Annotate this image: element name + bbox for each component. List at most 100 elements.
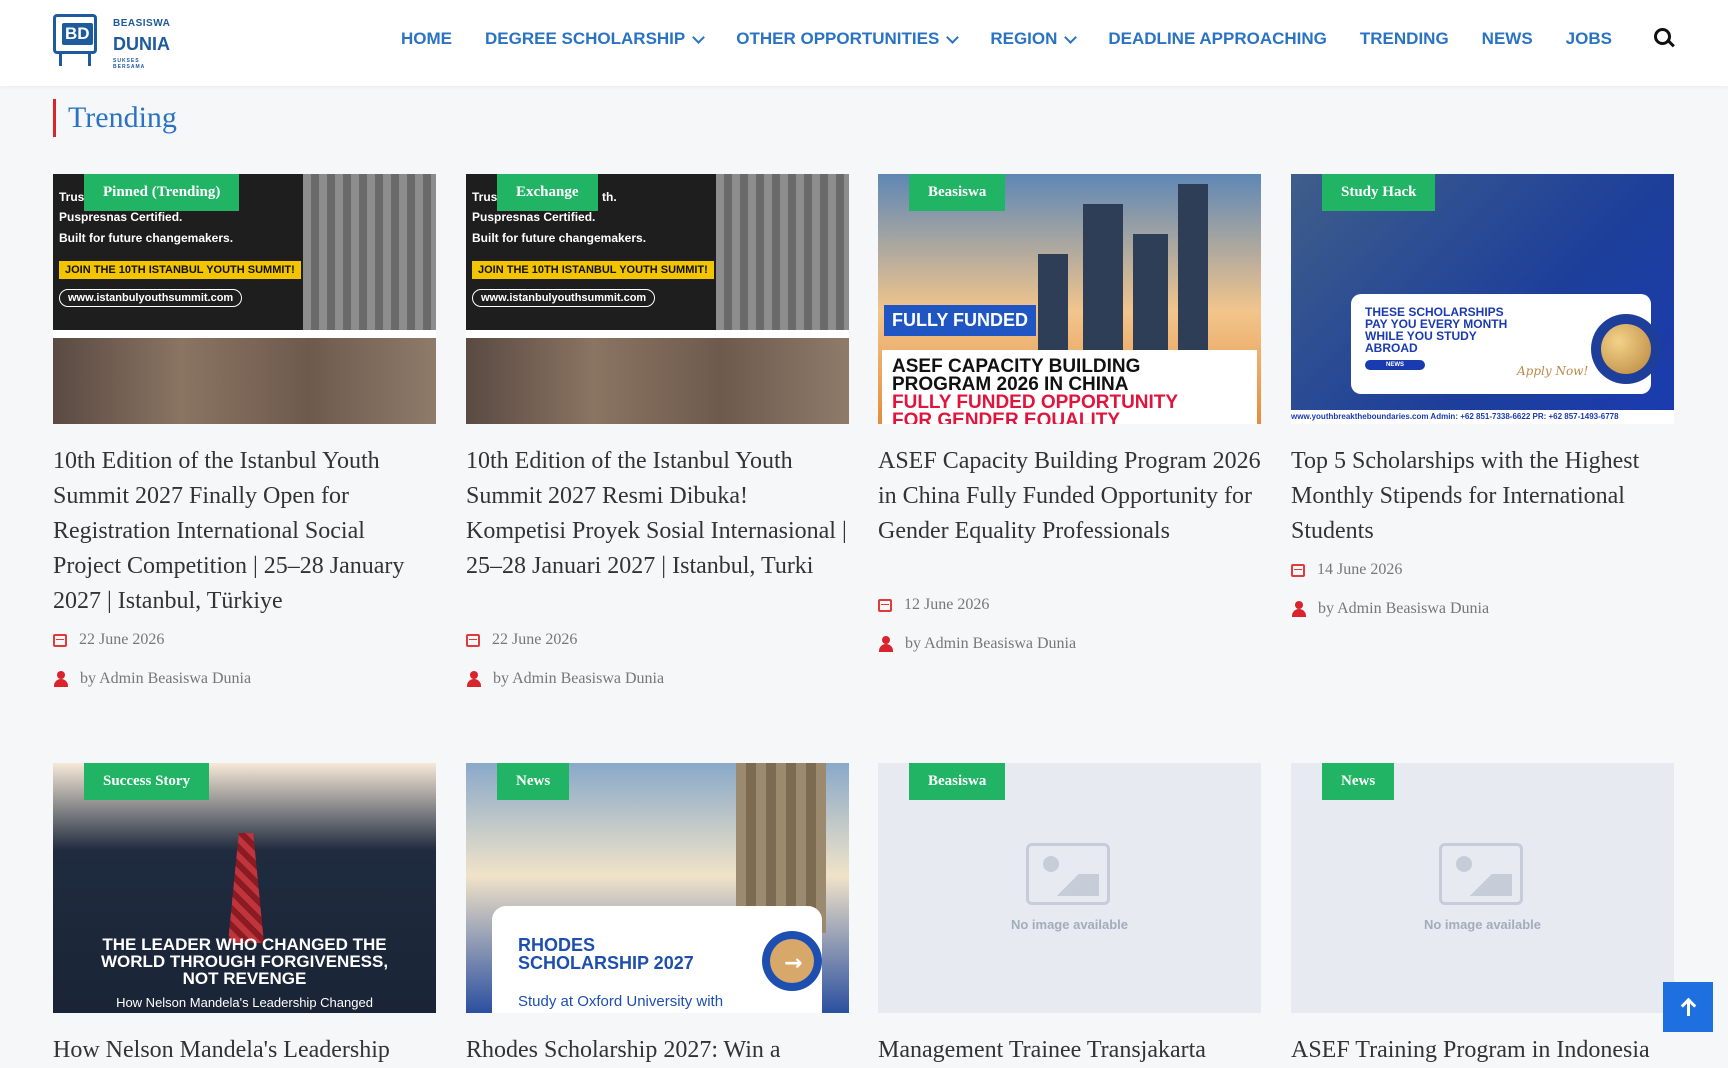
thumb-subtext: Study at Oxford University with xyxy=(518,993,724,1010)
thumb-divider xyxy=(53,330,436,338)
placeholder-mountain xyxy=(1450,874,1512,896)
calendar-icon xyxy=(1291,563,1305,577)
chevron-down-icon xyxy=(1064,30,1078,44)
article-author: by Admin Beasiswa Dunia xyxy=(53,670,251,688)
thumb-text: Puspresnas Certified. xyxy=(472,210,596,224)
category-badge[interactable]: Exchange xyxy=(497,174,598,211)
nav-jobs[interactable]: JOBS xyxy=(1566,29,1612,49)
article-title[interactable]: How Nelson Mandela's Leadership xyxy=(53,1033,436,1068)
article-date-text: 12 June 2026 xyxy=(904,596,990,613)
nav-trending[interactable]: TRENDING xyxy=(1360,29,1449,49)
thumb-script-text: Apply Now! xyxy=(1517,364,1589,378)
logo-mark-text: BD xyxy=(62,23,93,45)
article-title[interactable]: ASEF Capacity Building Program 2026 in C… xyxy=(878,444,1261,549)
article-author-text: by Admin Beasiswa Dunia xyxy=(493,670,665,687)
nav-other-opportunities[interactable]: OTHER OPPORTUNITIES xyxy=(736,29,960,49)
calendar-icon xyxy=(53,633,67,647)
nav-region-label: REGION xyxy=(990,29,1058,48)
no-image-text: No image available xyxy=(1010,917,1129,932)
thumb-text: Trus xyxy=(472,190,498,204)
article-title[interactable]: Management Trainee Transjakarta xyxy=(878,1033,1261,1068)
nav-home[interactable]: HOME xyxy=(401,29,452,49)
thumb-text: ABROAD xyxy=(1365,341,1418,355)
nav-home-label: HOME xyxy=(401,29,452,48)
user-icon xyxy=(878,636,894,652)
thumb-text: Built for future changemakers. xyxy=(472,231,647,245)
thumb-footer-text: www.youthbreaktheboundaries.com Admin: +… xyxy=(1291,410,1674,424)
card-thumbnail[interactable]: No image available xyxy=(878,763,1261,1013)
logo-mark-legs xyxy=(59,54,91,66)
category-badge[interactable]: Study Hack xyxy=(1322,174,1436,211)
thumb-photo xyxy=(466,338,849,424)
nav-jobs-label: JOBS xyxy=(1565,29,1612,48)
placeholder-sun xyxy=(1456,856,1472,872)
article-author-text: by Admin Beasiswa Dunia xyxy=(905,635,1077,652)
thumb-pill-text: NEWS xyxy=(1365,360,1425,370)
article-date: 12 June 2026 xyxy=(878,596,989,614)
nav-degree-scholarship[interactable]: DEGREE SCHOLARSHIP xyxy=(485,29,706,49)
card-thumbnail[interactable]: Trus Puspresnas Certified. Built for fut… xyxy=(53,174,436,424)
category-badge[interactable]: Beasiswa xyxy=(909,174,1006,211)
category-badge[interactable]: News xyxy=(497,763,570,800)
article-author: by Admin Beasiswa Dunia xyxy=(1291,600,1489,618)
thumb-photo xyxy=(53,338,436,424)
nav-news[interactable]: NEWS xyxy=(1482,29,1533,49)
image-placeholder-icon xyxy=(1439,843,1523,905)
article-title[interactable]: 10th Edition of the Istanbul Youth Summi… xyxy=(466,444,849,584)
article-title[interactable]: ASEF Training Program in Indonesia xyxy=(1291,1033,1674,1068)
thumb-text: th. xyxy=(602,190,617,204)
article-title[interactable]: Rhodes Scholarship 2027: Win a xyxy=(466,1033,849,1068)
category-badge[interactable]: Pinned (Trending) xyxy=(84,174,240,211)
thumb-text: Built for future changemakers. xyxy=(59,231,234,245)
logo-tagline: SUKSES BERSAMA xyxy=(113,58,146,70)
category-badge[interactable]: Beasiswa xyxy=(909,763,1006,800)
nav-trending-label: TRENDING xyxy=(1359,29,1449,48)
thumb-text: THE LEADER WHO CHANGED THE xyxy=(102,935,387,954)
logo-mark: BD xyxy=(53,14,97,54)
article-date: 22 June 2026 xyxy=(466,631,577,649)
nav-deadline-approaching[interactable]: DEADLINE APPROACHING xyxy=(1108,29,1327,49)
search-icon[interactable] xyxy=(1654,28,1675,48)
card-thumbnail[interactable]: Trus th. Puspresnas Certified. Built for… xyxy=(466,174,849,424)
card-thumbnail[interactable]: THE LEADER WHO CHANGED THE WORLD THROUGH… xyxy=(53,763,436,1013)
article-author: by Admin Beasiswa Dunia xyxy=(466,670,664,688)
card-thumbnail[interactable]: No image available xyxy=(1291,763,1674,1013)
article-author-text: by Admin Beasiswa Dunia xyxy=(1318,600,1490,617)
category-badge[interactable]: News xyxy=(1322,763,1395,800)
thumb-tower xyxy=(716,174,849,330)
logo-line2: DUNIA xyxy=(113,34,170,54)
article-date-text: 22 June 2026 xyxy=(79,631,165,648)
thumb-url-text: www.istanbulyouthsummit.com xyxy=(472,289,656,307)
article-author: by Admin Beasiswa Dunia xyxy=(878,635,1076,653)
section-title: Trending xyxy=(53,99,177,137)
card-thumbnail[interactable]: THESE SCHOLARSHIPS PAY YOU EVERY MONTH W… xyxy=(1291,174,1674,424)
calendar-icon xyxy=(466,633,480,647)
thumb-tag-text: FULLY FUNDED xyxy=(884,305,1037,336)
article-title[interactable]: Top 5 Scholarships with the Highest Mont… xyxy=(1291,444,1674,549)
nav-deadline-approaching-label: DEADLINE APPROACHING xyxy=(1108,29,1327,48)
back-to-top-button[interactable] xyxy=(1663,982,1713,1032)
site-logo[interactable]: BD BEASISWA DUNIA SUKSES BERSAMA xyxy=(53,14,171,70)
category-badge[interactable]: Success Story xyxy=(84,763,210,800)
thumb-url-text: www.istanbulyouthsummit.com xyxy=(59,289,243,307)
thumb-tower xyxy=(303,174,436,330)
article-date: 14 June 2026 xyxy=(1291,561,1402,579)
thumb-text: RHODES xyxy=(518,935,596,955)
nav-news-label: NEWS xyxy=(1481,29,1533,48)
image-placeholder-icon xyxy=(1026,843,1110,905)
thumb-coin xyxy=(1591,314,1661,384)
nav-region[interactable]: REGION xyxy=(990,29,1078,49)
article-date-text: 22 June 2026 xyxy=(492,631,578,648)
card-thumbnail[interactable]: RHODES SCHOLARSHIP 2027 Study at Oxford … xyxy=(466,763,849,1013)
thumb-button-text: JOIN THE 10TH ISTANBUL YOUTH SUMMIT! xyxy=(472,261,714,279)
chevron-down-icon xyxy=(946,30,960,44)
article-title[interactable]: 10th Edition of the Istanbul Youth Summi… xyxy=(53,444,436,619)
thumb-text: NOT REVENGE xyxy=(182,969,307,988)
thumb-text: Puspresnas Certified. xyxy=(59,210,183,224)
card-thumbnail[interactable]: FULLY FUNDED ASEF CAPACITY BUILDING PROG… xyxy=(878,174,1261,424)
thumb-subtext: How Nelson Mandela's Leadership Changed xyxy=(116,995,373,1010)
thumb-text: Trus xyxy=(59,190,85,204)
article-date-text: 14 June 2026 xyxy=(1317,561,1403,578)
thumb-button-text: JOIN THE 10TH ISTANBUL YOUTH SUMMIT! xyxy=(59,261,301,279)
placeholder-mountain xyxy=(1037,874,1099,896)
